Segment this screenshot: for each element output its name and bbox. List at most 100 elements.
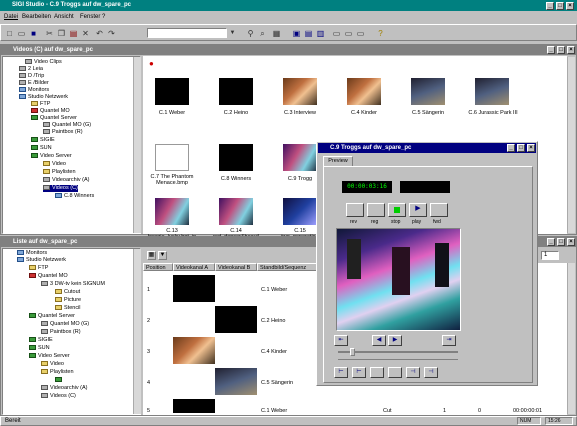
go-start-button[interactable]: ⇤ <box>334 335 348 346</box>
paste-icon[interactable]: ▤ <box>68 28 79 39</box>
preview-close-button[interactable]: × <box>527 144 535 152</box>
step-fwd-button[interactable]: ▶ <box>388 335 402 346</box>
menu-bearbeiten[interactable]: Bearbeiten <box>22 14 51 20</box>
tree-node[interactable]: SUN <box>29 345 50 352</box>
copy-icon[interactable]: ❐ <box>56 28 67 39</box>
tree-node[interactable]: Video Clips <box>25 59 62 66</box>
step-back-button[interactable]: ◀ <box>372 335 386 346</box>
tree-node[interactable]: Monitors <box>19 87 49 94</box>
tree-node[interactable]: Video <box>43 161 66 168</box>
play-button[interactable]: ▶ <box>409 203 427 217</box>
tree-node[interactable]: Quantel MO <box>29 273 68 280</box>
tree-node[interactable]: Video Server <box>29 353 70 360</box>
tree-node[interactable]: Videoarchiv (A) <box>41 385 88 392</box>
top-window-close-button[interactable]: × <box>567 46 575 54</box>
tree-node[interactable]: Playlisten <box>41 369 74 376</box>
redo-icon[interactable]: ↷ <box>106 28 117 39</box>
thumbnail[interactable] <box>283 144 317 171</box>
filter-icon[interactable]: ▼ <box>158 251 167 260</box>
top-grid-scrollbar[interactable] <box>567 57 575 233</box>
tree-node[interactable]: FTP <box>29 265 48 272</box>
tool-c-icon[interactable]: ▭ <box>355 28 366 39</box>
find-icon[interactable]: ⚲ <box>245 28 256 39</box>
tree-node[interactable]: Quantel MO (G) <box>43 122 91 129</box>
clip-segment[interactable] <box>173 399 215 413</box>
column-video-a[interactable]: Videokanal A <box>173 263 215 271</box>
fwd-button[interactable] <box>430 203 448 217</box>
tree-node[interactable]: Videoarchiv (A) <box>43 177 90 184</box>
tool-b-icon[interactable]: ▭ <box>343 28 354 39</box>
tree-node[interactable]: Stencil <box>55 305 81 312</box>
mark-c-button[interactable] <box>388 367 402 378</box>
thumbnail[interactable] <box>475 78 509 105</box>
thumbnail[interactable] <box>219 198 253 225</box>
position-slider-thumb[interactable] <box>350 348 355 356</box>
search-dropdown-icon[interactable]: ▼ <box>227 28 238 39</box>
minimize-button[interactable]: _ <box>546 2 554 10</box>
tree-node[interactable]: SUN <box>31 145 52 152</box>
grid-icon[interactable]: ▦ <box>271 28 282 39</box>
help-icon[interactable]: ? <box>375 28 386 39</box>
thumbnail[interactable] <box>155 78 189 105</box>
view-large-icon[interactable]: ▣ <box>291 28 302 39</box>
column-video-b[interactable]: Videokanal B <box>215 263 257 271</box>
record-icon[interactable]: ● <box>149 59 154 68</box>
tree-node[interactable]: SIGIE <box>29 337 53 344</box>
tree-node[interactable]: Cutout <box>55 289 80 296</box>
bottom-window-maximize-button[interactable]: □ <box>557 238 565 246</box>
tree-node[interactable]: D /Trip <box>19 73 44 80</box>
clip-segment[interactable] <box>215 306 257 333</box>
menu-ansicht[interactable]: Ansicht <box>54 14 74 20</box>
binoculars-icon[interactable]: ⌕ <box>257 28 268 39</box>
stop-button[interactable] <box>388 203 406 217</box>
tree-node[interactable]: Picture <box>55 297 81 304</box>
tree-node[interactable]: 3 DW-tv kein SIGNUM <box>41 281 105 288</box>
mark-in-button[interactable]: ⊢ <box>334 367 348 378</box>
mark-out-button[interactable]: ⊣ <box>406 367 420 378</box>
tree-node[interactable]: 2 Leia <box>19 66 43 73</box>
tree-node[interactable]: Video Server <box>31 153 72 160</box>
tree-node[interactable]: Studio Netzwerk <box>19 94 68 101</box>
menu-help[interactable]: ? <box>102 14 105 20</box>
tree-node[interactable]: C.8 Winners <box>55 193 94 200</box>
tree-node[interactable]: Video <box>41 361 64 368</box>
tree-node[interactable]: SIGIE <box>31 137 55 144</box>
tree-node[interactable]: Paintbox (R) <box>41 329 81 336</box>
thumbnail[interactable] <box>219 144 253 171</box>
tab-preview[interactable]: Preview <box>323 156 353 166</box>
menu-datei[interactable]: Datei <box>4 14 18 20</box>
mark-end-button[interactable]: ⊣ <box>424 367 438 378</box>
bottom-tree-scrollbar[interactable] <box>133 249 141 414</box>
close-button[interactable]: × <box>566 2 574 10</box>
tree-node[interactable]: Quantel Server <box>29 313 75 320</box>
thumbnail[interactable] <box>155 144 189 171</box>
preview-minimize-button[interactable]: _ <box>507 144 515 152</box>
view-list-icon[interactable]: ▤ <box>303 28 314 39</box>
preview-maximize-button[interactable]: □ <box>517 144 525 152</box>
tree-node[interactable]: Paintbox (R) <box>43 129 83 136</box>
mark-a-button[interactable]: ⊢ <box>352 367 366 378</box>
thumbnail[interactable] <box>283 198 317 225</box>
rewind-button[interactable] <box>346 203 364 217</box>
position-slider-track[interactable] <box>338 351 458 353</box>
tree-node[interactable] <box>55 377 64 384</box>
tree-node[interactable]: Studio Netzwerk <box>17 257 66 264</box>
thumbnail[interactable] <box>155 198 189 225</box>
thumbnail[interactable] <box>219 78 253 105</box>
tree-node[interactable]: Videos (C) <box>41 393 76 400</box>
page-field[interactable]: 1 <box>541 251 559 260</box>
list-icon[interactable]: ▦ <box>147 251 156 260</box>
tree-node[interactable]: Quantel MO <box>31 108 70 115</box>
view-detail-icon[interactable]: ▥ <box>315 28 326 39</box>
save-icon[interactable]: ■ <box>28 28 39 39</box>
tree-node[interactable]: Quantel Server <box>31 115 77 122</box>
search-input[interactable] <box>147 28 227 38</box>
cut-icon[interactable]: ✂ <box>44 28 55 39</box>
top-tree-scrollbar[interactable] <box>133 57 141 233</box>
delete-icon[interactable]: ✕ <box>80 28 91 39</box>
tree-node[interactable]: FTP <box>31 101 50 108</box>
top-window-minimize-button[interactable]: _ <box>547 46 555 54</box>
mark-b-button[interactable] <box>370 367 384 378</box>
bottom-window-close-button[interactable]: × <box>567 238 575 246</box>
tree-node[interactable]: Monitors <box>17 250 47 257</box>
